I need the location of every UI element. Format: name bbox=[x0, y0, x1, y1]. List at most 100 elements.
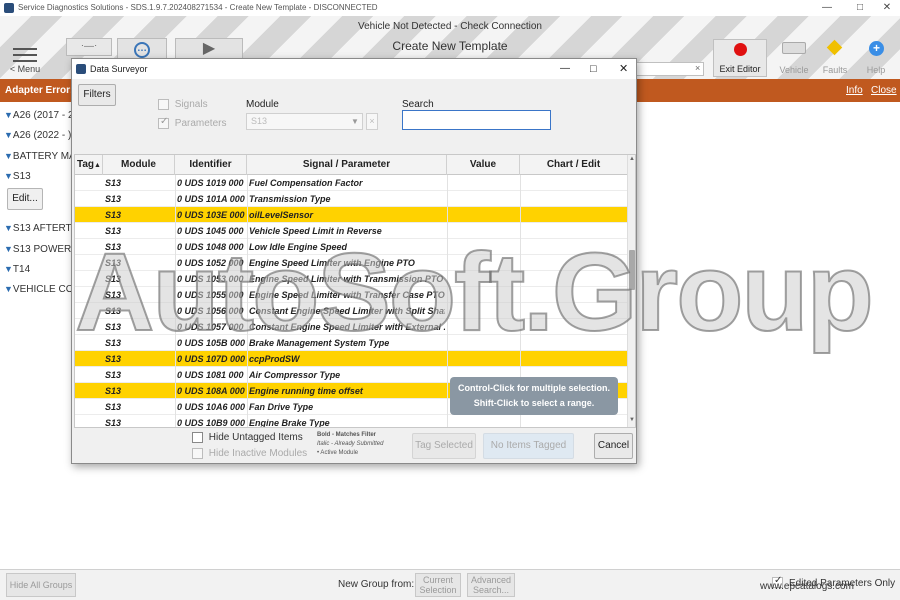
table-row[interactable]: S13 0 UDS 101A 000 Transmission Type bbox=[75, 191, 627, 207]
record-icon bbox=[734, 43, 747, 56]
cell-module: S13 bbox=[105, 402, 122, 412]
column-header-chart-edit[interactable]: Chart / Edit bbox=[520, 155, 627, 175]
group-item[interactable]: ▼T14 bbox=[4, 264, 30, 275]
selection-tooltip: Control-Click for multiple selection. Sh… bbox=[450, 377, 618, 415]
group-item[interactable]: ▼A26 (2022 - ) bbox=[4, 130, 71, 141]
advanced-search-line1: Advanced bbox=[470, 575, 512, 585]
group-item[interactable]: ▼S13 POWERT bbox=[4, 244, 77, 255]
expand-triangle-icon: ▼ bbox=[4, 110, 13, 120]
site-watermark: www.epcatalogs.com bbox=[760, 581, 854, 592]
cell-value bbox=[449, 415, 519, 427]
search-input[interactable] bbox=[402, 110, 551, 130]
cancel-button[interactable]: Cancel bbox=[594, 433, 633, 459]
info-link[interactable]: Info bbox=[846, 79, 863, 102]
exit-editor-button[interactable]: Exit Editor bbox=[713, 39, 767, 77]
chevron-down-icon: ▼ bbox=[351, 117, 359, 126]
edit-group-button[interactable]: Edit... bbox=[7, 188, 43, 210]
cell-tag bbox=[75, 367, 103, 383]
column-header-signal-parameter[interactable]: Signal / Parameter bbox=[247, 155, 447, 175]
table-row[interactable]: S13 0 UDS 1019 000 Fuel Compensation Facto… bbox=[75, 175, 627, 191]
cell-identifier: 0 UDS 101A 000 bbox=[177, 194, 245, 204]
expand-triangle-icon: ▼ bbox=[4, 264, 13, 274]
signals-checkbox[interactable]: Signals bbox=[158, 99, 208, 110]
advanced-search-line2: Search... bbox=[472, 585, 510, 595]
hide-inactive-checkbox[interactable]: Hide Inactive Modules bbox=[192, 448, 307, 459]
cell-module: S13 bbox=[105, 370, 122, 380]
group-item[interactable]: ▼S13 bbox=[4, 171, 31, 182]
template-name-field[interactable]: × bbox=[636, 62, 704, 76]
current-selection-button[interactable]: Current Selection bbox=[415, 573, 461, 597]
module-select[interactable]: S13 ▼ bbox=[246, 113, 363, 130]
clear-icon: × bbox=[369, 116, 375, 126]
module-clear-button[interactable]: × bbox=[366, 113, 378, 130]
table-row[interactable]: S13 0 UDS 10B9 000 Engine Brake Type bbox=[75, 415, 627, 428]
column-header-tag[interactable]: Tag▲ bbox=[75, 155, 103, 175]
table-row[interactable]: S13 0 UDS 103E 000 oilLevelSensor bbox=[75, 207, 627, 223]
legend-bold: Bold - Matches Filter bbox=[317, 432, 377, 438]
group-item[interactable]: ▼VEHICLE CO bbox=[4, 284, 74, 295]
advanced-search-button[interactable]: Advanced Search... bbox=[467, 573, 515, 597]
column-header-value[interactable]: Value bbox=[447, 155, 520, 175]
cell-tag bbox=[75, 191, 103, 207]
help-icon: + bbox=[869, 41, 884, 56]
cell-chart-edit bbox=[522, 415, 626, 427]
cell-identifier: 0 UDS 10A6 000 bbox=[177, 402, 246, 412]
window-title: Service Diagnostics Solutions - SDS.1.9.… bbox=[18, 3, 378, 12]
minimize-icon[interactable]: — bbox=[812, 0, 842, 16]
dialog-minimize-icon[interactable]: — bbox=[560, 59, 570, 79]
hide-all-groups-button[interactable]: Hide All Groups bbox=[6, 573, 76, 597]
group-item[interactable]: ▼S13 AFTERTR bbox=[4, 223, 79, 234]
cell-parameter: Engine running time offset bbox=[249, 386, 363, 396]
maximize-icon[interactable]: □ bbox=[845, 0, 875, 16]
cell-chart-edit bbox=[522, 175, 626, 191]
hide-untagged-checkbox[interactable]: Hide Untagged Items bbox=[192, 432, 303, 443]
dialog-title: Data Surveyor bbox=[90, 64, 148, 74]
connect-icon[interactable]: ⋅—⋅ bbox=[66, 38, 112, 56]
menu-button[interactable]: < Menu bbox=[0, 38, 50, 76]
expand-triangle-icon: ▼ bbox=[4, 244, 13, 254]
column-header-module[interactable]: Module bbox=[103, 155, 175, 175]
cell-parameter: oilLevelSensor bbox=[249, 210, 314, 220]
legend-italic: Italic - Already Submitted bbox=[317, 441, 384, 447]
dialog-close-icon[interactable]: ✕ bbox=[619, 59, 628, 79]
hamburger-icon bbox=[13, 48, 37, 62]
cell-chart-edit bbox=[522, 191, 626, 207]
dialog-logo-icon bbox=[76, 64, 86, 74]
close-window-icon[interactable]: ✕ bbox=[872, 0, 900, 16]
hide-untagged-label: Hide Untagged Items bbox=[208, 432, 303, 444]
cell-identifier: 0 UDS 103E 000 bbox=[177, 210, 245, 220]
checkbox-icon bbox=[158, 99, 169, 110]
cell-module: S13 bbox=[105, 178, 122, 188]
cell-parameter: Fan Drive Type bbox=[249, 402, 314, 412]
clear-icon[interactable]: × bbox=[695, 63, 700, 73]
tooltip-line1: Control-Click for multiple selection. bbox=[457, 383, 610, 393]
cell-module: S13 bbox=[105, 194, 122, 204]
group-item[interactable]: ▼BATTERY MA bbox=[4, 151, 76, 162]
cell-module: S13 bbox=[105, 210, 122, 220]
close-link[interactable]: Close bbox=[871, 79, 897, 102]
checkbox-checked-icon: ✓ bbox=[158, 116, 169, 129]
expand-triangle-icon: ▼ bbox=[4, 130, 13, 140]
menu-label: < Menu bbox=[9, 64, 41, 74]
dialog-maximize-icon[interactable]: □ bbox=[590, 59, 597, 79]
expand-triangle-icon: ▼ bbox=[4, 171, 13, 181]
column-header-identifier[interactable]: Identifier bbox=[175, 155, 247, 175]
scroll-down-icon[interactable]: ▼ bbox=[629, 417, 635, 423]
no-items-tagged-button[interactable]: No Items Tagged bbox=[483, 433, 574, 459]
cell-identifier: 0 UDS 1019 000 bbox=[177, 178, 244, 188]
help-button[interactable]: + Help bbox=[852, 39, 900, 77]
checkbox-icon bbox=[192, 432, 203, 443]
group-item[interactable]: ▼A26 (2017 - 2 bbox=[4, 110, 74, 121]
filters-button[interactable]: Filters bbox=[78, 84, 116, 106]
search-label: Search bbox=[402, 99, 434, 110]
cell-parameter: Transmission Type bbox=[249, 194, 331, 204]
scroll-up-icon[interactable]: ▲ bbox=[629, 156, 635, 162]
expand-triangle-icon: ▼ bbox=[4, 151, 13, 161]
cell-tag bbox=[75, 383, 103, 399]
tooltip-line2: Shift-Click to select a range. bbox=[473, 398, 595, 408]
cell-identifier: 0 UDS 10B9 000 bbox=[177, 418, 246, 428]
warning-icon bbox=[826, 39, 843, 56]
parameters-checkbox[interactable]: ✓ Parameters bbox=[158, 116, 226, 129]
hide-inactive-label: Hide Inactive Modules bbox=[208, 448, 308, 460]
tag-selected-button[interactable]: Tag Selected bbox=[412, 433, 476, 459]
